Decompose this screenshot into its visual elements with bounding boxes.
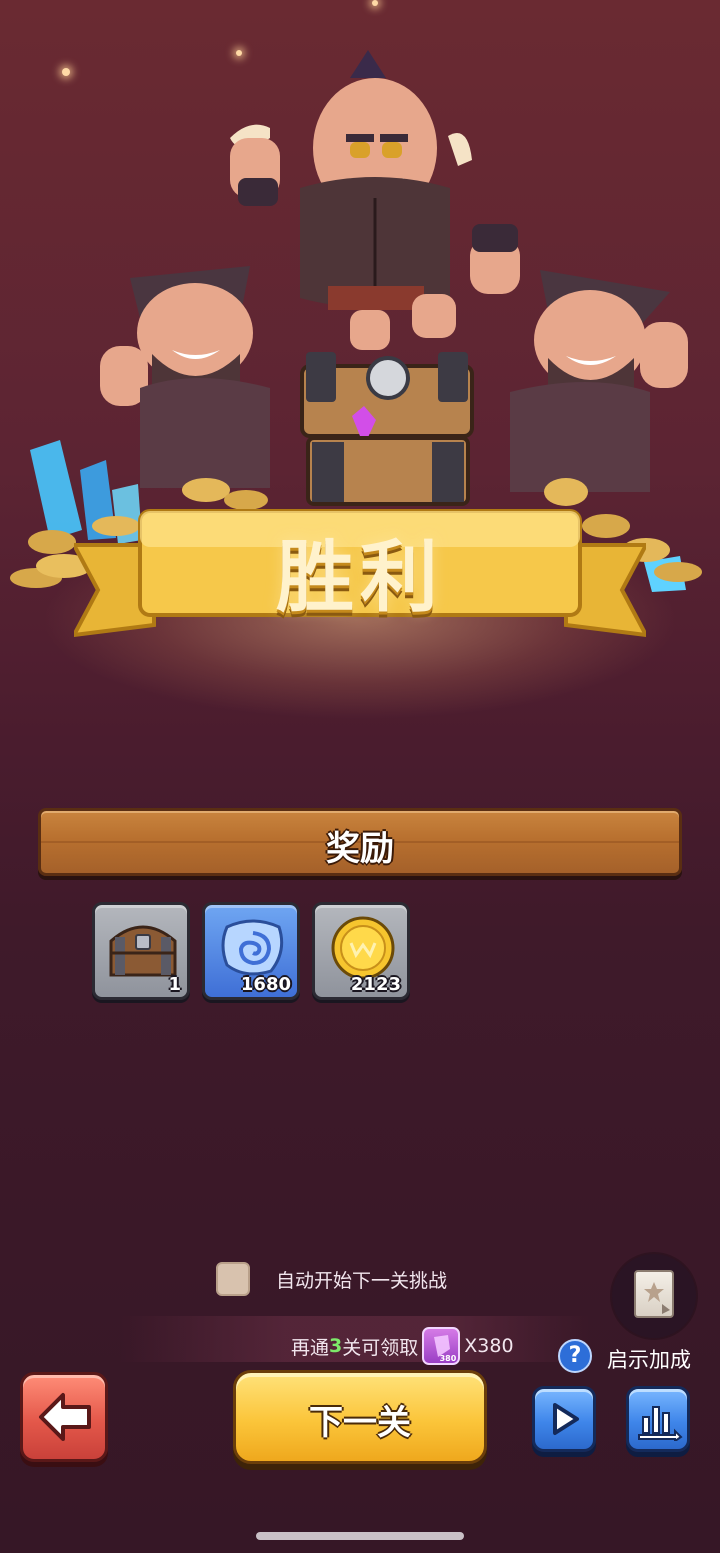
play-icon <box>553 1403 579 1435</box>
insight-bonus-label[interactable]: 启示加成 <box>607 1344 691 1374</box>
progress-levels-remaining: 3 <box>329 1335 343 1357</box>
victory-hero-art: 胜利 <box>0 0 720 720</box>
progress-reward-amount: X380 <box>464 1335 514 1357</box>
stats-button[interactable] <box>626 1386 690 1452</box>
reward-header-bar: 奖励 <box>38 808 682 876</box>
next-level-button[interactable]: 下一关 <box>233 1370 487 1464</box>
play-replay-button[interactable] <box>532 1386 596 1452</box>
blue-spiral-gem-icon <box>221 919 284 976</box>
sparkle <box>62 68 70 76</box>
victory-title: 胜利 <box>275 533 444 623</box>
auto-next-checkbox[interactable] <box>216 1262 250 1296</box>
victory-banner: 胜利 <box>74 505 646 640</box>
help-icon[interactable]: ? <box>558 1339 592 1373</box>
arrow-left-icon <box>39 1393 91 1441</box>
back-button[interactable] <box>20 1372 108 1462</box>
home-indicator-bar[interactable] <box>256 1532 464 1540</box>
reward-item-chest[interactable]: 1 <box>92 902 190 1000</box>
treasure-chest-icon <box>109 925 177 977</box>
progress-reward-hint: 再通 3 关可领取 380 X380 <box>291 1327 514 1365</box>
reward-items-list: 1 1680 2123 <box>92 902 410 1000</box>
progress-prefix: 再通 <box>291 1336 330 1359</box>
auto-next-toggle-row[interactable]: 自动开始下一关挑战 <box>216 1262 447 1296</box>
purple-gem-icon: 380 <box>422 1327 461 1365</box>
reward-item-gem[interactable]: 1680 <box>202 902 300 1000</box>
gem-badge-number: 380 <box>439 1354 457 1363</box>
reward-item-count: 2123 <box>350 974 401 995</box>
bar-chart-icon <box>638 1406 683 1441</box>
scroll-star-icon <box>634 1270 674 1318</box>
reward-header-title: 奖励 <box>326 829 394 869</box>
insight-bonus-button[interactable] <box>612 1254 696 1338</box>
gold-coin-icon <box>331 916 395 980</box>
reward-item-count: 1680 <box>240 974 291 995</box>
caveman-right-figure <box>510 270 688 492</box>
reward-item-coin[interactable]: 2123 <box>312 902 410 1000</box>
progress-suffix: 关可领取 <box>342 1336 419 1359</box>
sparkle <box>372 0 378 6</box>
reward-item-count: 1 <box>168 974 181 995</box>
auto-next-label: 自动开始下一关挑战 <box>276 1269 448 1292</box>
next-level-label: 下一关 <box>309 1403 411 1443</box>
